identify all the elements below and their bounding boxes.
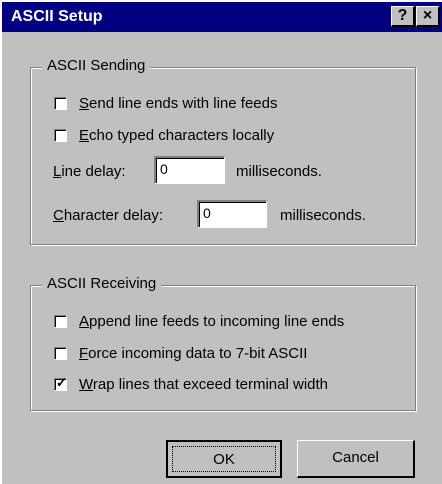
help-icon: ? (397, 7, 408, 24)
ascii-sending-legend: ASCII Sending (42, 57, 151, 74)
send-line-ends-checkbox[interactable]: Send line ends with line feeds (54, 95, 277, 112)
cancel-button[interactable]: Cancel (297, 440, 415, 478)
character-delay-unit: milliseconds. (280, 207, 366, 224)
checkbox-box[interactable] (54, 347, 67, 360)
append-line-feeds-label: Append line feeds to incoming line ends (79, 313, 345, 330)
checkbox-box[interactable] (54, 315, 67, 328)
close-icon: × (422, 7, 433, 24)
line-delay-unit: milliseconds. (236, 163, 322, 180)
send-line-ends-label: Send line ends with line feeds (79, 95, 278, 112)
checkbox-box[interactable] (54, 97, 67, 110)
close-button[interactable]: × (416, 6, 440, 27)
wrap-lines-checkbox[interactable]: ✓ Wrap lines that exceed terminal width (54, 375, 329, 393)
ascii-receiving-legend: ASCII Receiving (42, 275, 162, 292)
checkmark-icon: ✓ (56, 375, 67, 390)
force-7bit-label: Force incoming data to 7-bit ASCII (79, 345, 308, 362)
ascii-setup-dialog: ASCII Setup ? × ASCII Sending Send line … (0, 0, 442, 484)
ok-button-label: OK (172, 446, 276, 472)
help-button[interactable]: ? (391, 6, 415, 27)
line-delay-input[interactable]: 0 (154, 156, 225, 184)
echo-typed-checkbox[interactable]: Echo typed characters locally (54, 127, 274, 144)
title-bar[interactable]: ASCII Setup ? × (2, 2, 442, 32)
append-line-feeds-checkbox[interactable]: Append line feeds to incoming line ends (54, 313, 344, 330)
ascii-receiving-group: ASCII Receiving Append line feeds to inc… (30, 275, 416, 411)
force-7bit-checkbox[interactable]: Force incoming data to 7-bit ASCII (54, 345, 307, 362)
ok-button[interactable]: OK (166, 440, 282, 478)
checkbox-box-checked[interactable]: ✓ (54, 375, 67, 391)
checkbox-box[interactable] (54, 129, 67, 142)
window-title: ASCII Setup (11, 8, 103, 25)
character-delay-input[interactable]: 0 (197, 200, 267, 228)
line-delay-label: Line delay: (53, 163, 126, 180)
wrap-lines-label: Wrap lines that exceed terminal width (79, 376, 329, 393)
echo-typed-label: Echo typed characters locally (79, 127, 275, 144)
ascii-sending-group: ASCII Sending Send line ends with line f… (30, 57, 416, 245)
character-delay-label: Character delay: (53, 207, 164, 224)
